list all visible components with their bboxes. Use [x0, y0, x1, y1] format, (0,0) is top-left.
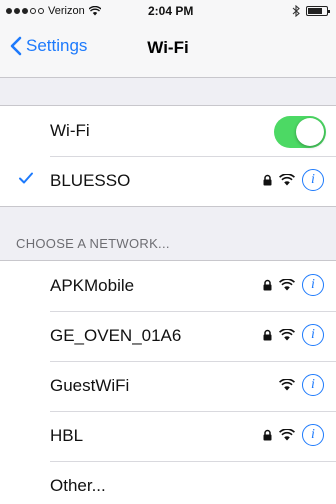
battery-icon: [306, 6, 330, 16]
wifi-section: Wi-Fi BLUESSO i: [0, 105, 336, 207]
network-row-ge-oven[interactable]: GE_OVEN_01A6 i: [0, 311, 336, 361]
wifi-toggle-label: Wi-Fi: [50, 121, 90, 140]
network-name: BLUESSO: [50, 171, 131, 190]
carrier-name: Verizon: [48, 5, 85, 17]
connected-network-row[interactable]: BLUESSO i: [0, 156, 336, 206]
network-row-other[interactable]: Other...: [0, 461, 336, 504]
network-name: HBL: [50, 426, 84, 445]
checkmark-icon: [19, 172, 33, 184]
info-icon[interactable]: i: [302, 324, 324, 346]
network-name: GuestWiFi: [50, 376, 130, 395]
wifi-icon: [279, 379, 295, 391]
lock-icon: [263, 174, 272, 186]
status-left: Verizon: [6, 5, 101, 17]
info-icon[interactable]: i: [302, 374, 324, 396]
lock-icon: [263, 429, 272, 441]
wifi-icon: [279, 429, 295, 441]
section-header: CHOOSE A NETWORK...: [16, 236, 170, 251]
wifi-icon: [279, 279, 295, 291]
bluetooth-icon: [292, 5, 300, 17]
info-icon[interactable]: i: [302, 274, 324, 296]
info-icon[interactable]: i: [302, 424, 324, 446]
wifi-toggle-switch[interactable]: [274, 116, 326, 148]
signal-strength-icon: [6, 8, 44, 14]
info-icon[interactable]: i: [302, 169, 324, 191]
network-row-apkmobile[interactable]: APKMobile i: [0, 261, 336, 311]
network-name: GE_OVEN_01A6: [50, 326, 182, 345]
status-right: [292, 5, 330, 17]
wifi-icon: [279, 329, 295, 341]
status-bar: Verizon 2:04 PM: [0, 0, 336, 22]
network-row-guestwifi[interactable]: GuestWiFi i: [0, 361, 336, 411]
status-time: 2:04 PM: [148, 4, 194, 18]
lock-icon: [263, 329, 272, 341]
wifi-status-icon: [88, 6, 101, 16]
lock-icon: [263, 279, 272, 291]
wifi-icon: [279, 174, 295, 186]
network-name: APKMobile: [50, 276, 135, 295]
wifi-toggle-row: Wi-Fi: [0, 106, 336, 156]
other-network-label: Other...: [50, 476, 106, 495]
network-row-hbl[interactable]: HBL i: [0, 411, 336, 461]
navigation-bar: Settings Wi-Fi: [0, 22, 336, 78]
page-title: Wi-Fi: [147, 38, 189, 57]
network-list: APKMobile i GE_OVEN_01A6 i GuestWiFi i H…: [0, 260, 336, 504]
